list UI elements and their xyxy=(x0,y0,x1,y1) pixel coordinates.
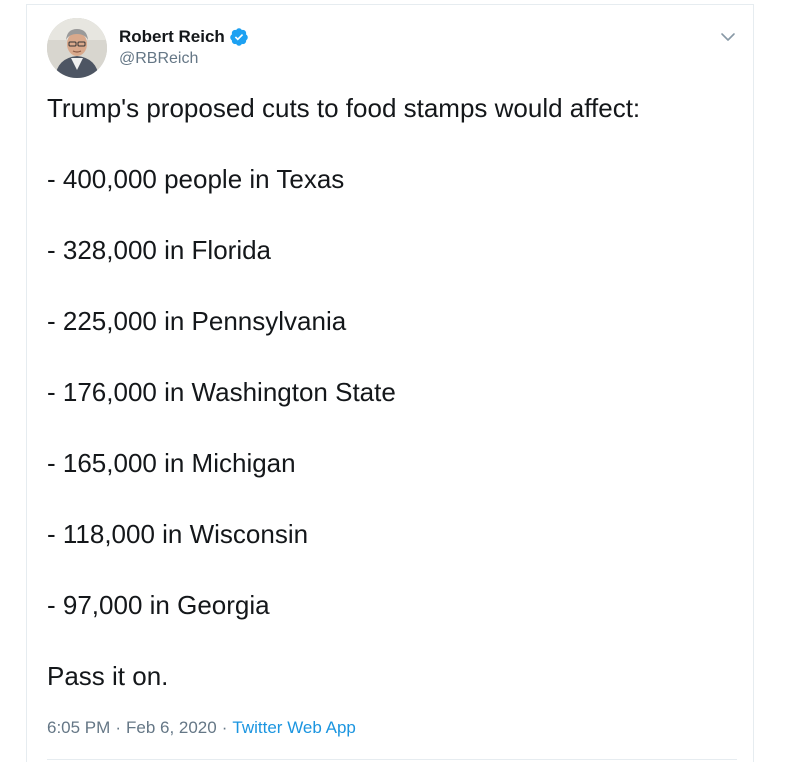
divider xyxy=(47,759,737,760)
tweet-line-washington: - 176,000 in Washington State xyxy=(47,377,396,407)
display-name[interactable]: Robert Reich xyxy=(119,27,225,47)
tweet-text: Trump's proposed cuts to food stamps wou… xyxy=(47,91,737,693)
tweet-header: Robert Reich @RBReich xyxy=(47,18,737,80)
tweet-line-florida: - 328,000 in Florida xyxy=(47,235,272,265)
tweet-line-michigan: - 165,000 in Michigan xyxy=(47,448,296,478)
source-app-link[interactable]: Twitter Web App xyxy=(232,718,355,737)
name-row: Robert Reich xyxy=(119,26,249,48)
tweet-line-pennsylvania: - 225,000 in Pennsylvania xyxy=(47,306,347,336)
tweet-line-georgia: - 97,000 in Georgia xyxy=(47,590,270,620)
avatar[interactable] xyxy=(47,18,107,78)
tweet-time[interactable]: 6:05 PM xyxy=(47,718,110,737)
tweet-line-closing: Pass it on. xyxy=(47,661,169,691)
meta-separator: · xyxy=(221,718,228,737)
verified-badge-icon xyxy=(229,27,249,47)
tweet-card: Robert Reich @RBReich Trump's proposed c… xyxy=(26,4,754,762)
tweet-line-texas: - 400,000 people in Texas xyxy=(47,164,345,194)
chevron-down-icon[interactable] xyxy=(719,28,737,46)
tweet-date[interactable]: Feb 6, 2020 xyxy=(126,718,217,737)
user-block: Robert Reich @RBReich xyxy=(119,26,249,68)
tweet-meta: 6:05 PM · Feb 6, 2020 · Twitter Web App xyxy=(47,718,356,738)
tweet-line-wisconsin: - 118,000 in Wisconsin xyxy=(47,519,309,549)
tweet-line-intro: Trump's proposed cuts to food stamps wou… xyxy=(47,93,641,123)
avatar-photo-icon xyxy=(47,18,107,78)
meta-separator: · xyxy=(115,718,121,737)
user-handle[interactable]: @RBReich xyxy=(119,50,249,68)
